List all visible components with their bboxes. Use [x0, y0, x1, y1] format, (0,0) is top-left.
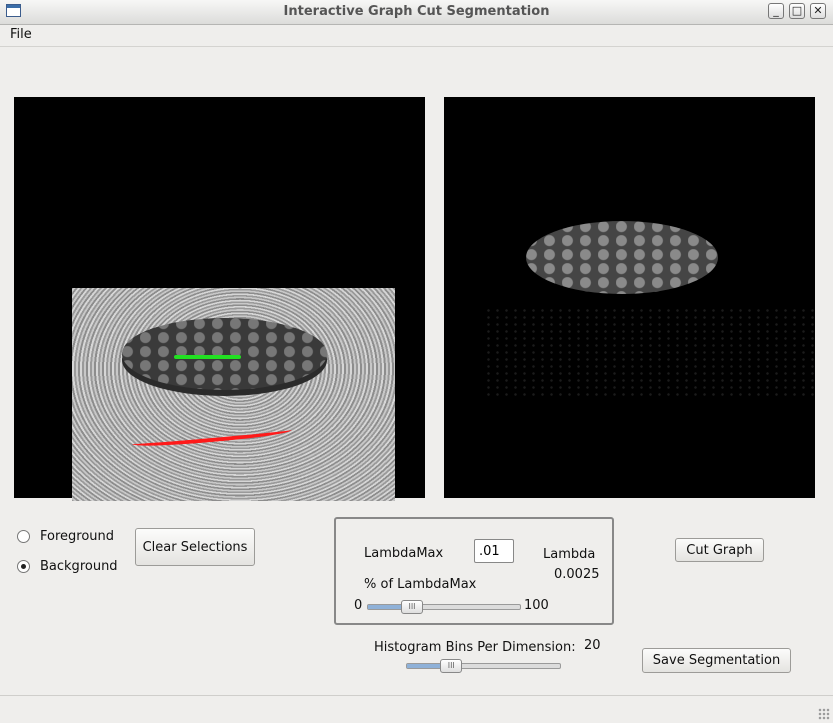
resize-grip-icon[interactable] — [818, 708, 830, 720]
lambda-value: 0.0025 — [554, 567, 600, 582]
background-radio-label: Background — [40, 559, 118, 574]
lambda-slider-thumb[interactable]: III — [401, 600, 423, 614]
clear-selections-button[interactable]: Clear Selections — [135, 528, 255, 566]
menu-bar: File — [0, 25, 833, 47]
maximize-button[interactable]: □ — [789, 3, 805, 19]
slider-min-label: 0 — [354, 598, 363, 613]
lambda-percent-slider[interactable]: III — [367, 600, 521, 614]
status-bar — [0, 695, 833, 723]
percent-lambda-max-label: % of LambdaMax — [364, 577, 477, 592]
foreground-radio-label: Foreground — [40, 529, 115, 544]
close-button[interactable]: ✕ — [810, 3, 826, 19]
lambda-label: Lambda — [543, 547, 596, 562]
foreground-radio-circle[interactable] — [17, 530, 30, 543]
foreground-radio[interactable]: Foreground — [17, 529, 114, 544]
cut-graph-button[interactable]: Cut Graph — [675, 538, 764, 562]
input-image[interactable] — [72, 288, 395, 501]
background-radio-circle[interactable] — [17, 560, 30, 573]
histogram-bins-value: 20 — [584, 638, 601, 653]
lambda-group: LambdaMax Lambda 0.0025 % of LambdaMax 0… — [334, 517, 614, 625]
input-image-panel[interactable] — [14, 97, 425, 501]
histogram-bins-label: Histogram Bins Per Dimension: — [374, 640, 576, 655]
segmented-region — [526, 221, 718, 294]
slider-max-label: 100 — [524, 598, 549, 613]
residual-noise — [484, 307, 814, 397]
segmentation-result-panel — [444, 97, 815, 498]
histogram-slider-thumb[interactable]: III — [440, 659, 463, 673]
background-radio[interactable]: Background — [17, 559, 118, 574]
menu-file[interactable]: File — [10, 27, 32, 42]
background-stroke — [131, 425, 293, 449]
save-segmentation-button[interactable]: Save Segmentation — [642, 648, 791, 673]
foreground-stroke — [174, 355, 241, 359]
title-bar: Interactive Graph Cut Segmentation _ □ ✕ — [0, 0, 833, 25]
minimize-button[interactable]: _ — [768, 3, 784, 19]
window-title: Interactive Graph Cut Segmentation — [283, 4, 550, 19]
lambda-max-label: LambdaMax — [364, 546, 444, 561]
moss-cake — [122, 318, 327, 390]
lambda-max-input[interactable] — [474, 539, 514, 563]
histogram-bins-slider[interactable]: III — [406, 659, 561, 673]
